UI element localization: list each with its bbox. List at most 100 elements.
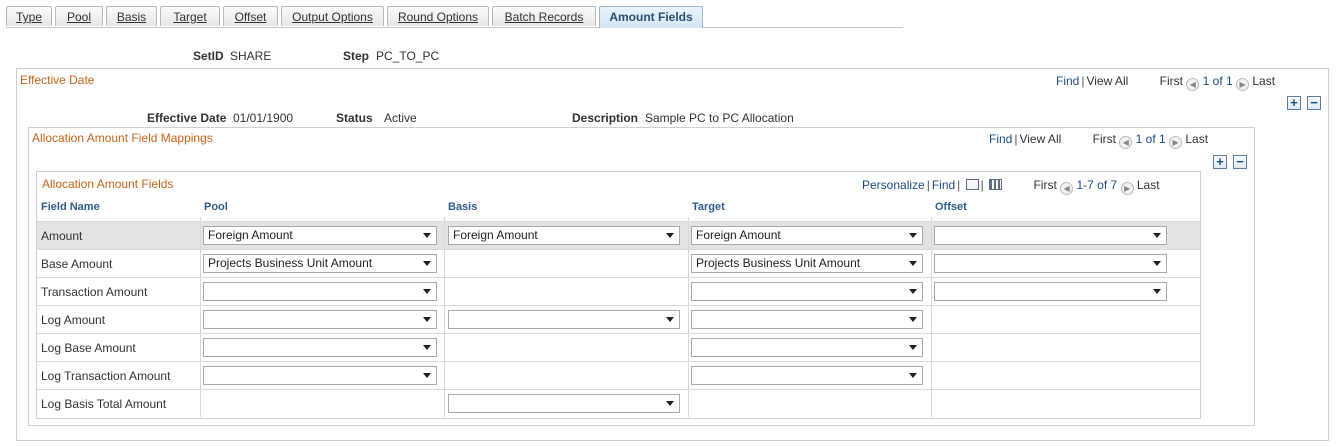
delete-row-button[interactable]: −: [1307, 96, 1321, 110]
tab-round-options[interactable]: Round Options: [387, 6, 489, 26]
field-name: Log Base Amount: [41, 341, 136, 355]
column-header-target: Target: [692, 201, 725, 213]
effective-date-nav: Find | View All First ◀ 1 of 1 ▶ Last: [1056, 74, 1276, 91]
download-icon[interactable]: [989, 179, 1003, 190]
pool-select[interactable]: [203, 282, 437, 301]
basis-select[interactable]: [448, 394, 680, 413]
chevron-down-icon: [909, 317, 917, 322]
field-mappings-title: Allocation Amount Field Mappings: [32, 131, 213, 145]
basis-select[interactable]: Foreign Amount: [448, 226, 680, 245]
row-count: 1 of 1: [1202, 74, 1233, 88]
chevron-down-icon: [666, 317, 674, 322]
tab-amount-fields[interactable]: Amount Fields: [599, 6, 703, 28]
column-divider: [931, 217, 932, 417]
chevron-down-icon: [909, 233, 917, 238]
field-mappings-nav: Find | View All First ◀ 1 of 1 ▶ Last: [989, 132, 1209, 149]
field-name: Log Amount: [41, 313, 106, 327]
first-label: First: [1092, 132, 1116, 146]
chevron-down-icon: [909, 289, 917, 294]
find-link[interactable]: Find: [1056, 74, 1079, 88]
chevron-down-icon: [423, 345, 431, 350]
first-label: First: [1159, 74, 1183, 88]
offset-select[interactable]: [934, 254, 1167, 273]
setid-value: SHARE: [230, 49, 272, 63]
target-select[interactable]: [691, 366, 923, 385]
previous-arrow-icon[interactable]: ◀: [1119, 136, 1133, 149]
tab-batch-records[interactable]: Batch Records: [492, 6, 596, 26]
tab-target[interactable]: Target: [160, 6, 220, 26]
find-link[interactable]: Find: [989, 132, 1012, 146]
tab-pool[interactable]: Pool: [55, 6, 103, 26]
chevron-down-icon: [909, 373, 917, 378]
offset-select[interactable]: [934, 226, 1167, 245]
chevron-down-icon: [423, 233, 431, 238]
last-label: Last: [1252, 74, 1276, 88]
chevron-down-icon: [1153, 261, 1161, 266]
tab-output-options[interactable]: Output Options: [281, 6, 384, 26]
target-select[interactable]: Foreign Amount: [691, 226, 923, 245]
field-name: Log Transaction Amount: [41, 369, 171, 383]
effective-date-label: Effective Date: [147, 111, 227, 125]
field-name: Base Amount: [41, 257, 113, 271]
pool-select[interactable]: [203, 366, 437, 385]
status-label: Status: [336, 111, 373, 125]
view-grid-icon[interactable]: [965, 179, 979, 190]
column-header-pool: Pool: [204, 201, 228, 213]
target-select[interactable]: [691, 338, 923, 357]
next-arrow-icon[interactable]: ▶: [1236, 78, 1250, 91]
basis-select[interactable]: [448, 310, 680, 329]
step-label: Step: [343, 49, 370, 63]
target-select[interactable]: Projects Business Unit Amount: [691, 254, 923, 273]
view-all-link[interactable]: View All: [1086, 74, 1128, 88]
target-select[interactable]: [691, 310, 923, 329]
view-all-link[interactable]: View All: [1019, 132, 1061, 146]
field-name: Transaction Amount: [41, 285, 148, 299]
chevron-down-icon: [423, 373, 431, 378]
column-header-basis: Basis: [448, 201, 478, 213]
row-count: 1 of 1: [1135, 132, 1166, 146]
column-header-offset: Offset: [935, 201, 967, 213]
target-select[interactable]: [691, 282, 923, 301]
tab-type[interactable]: Type: [6, 6, 52, 26]
last-label: Last: [1185, 132, 1209, 146]
next-arrow-icon[interactable]: ▶: [1169, 136, 1183, 149]
step-value: PC_TO_PC: [376, 49, 440, 63]
description-value: Sample PC to PC Allocation: [645, 111, 794, 125]
chevron-down-icon: [423, 289, 431, 294]
effective-date-value: 01/01/1900: [233, 111, 294, 125]
pool-select[interactable]: Foreign Amount: [203, 226, 437, 245]
grid-title: Allocation Amount Fields: [42, 177, 174, 191]
find-link[interactable]: Find: [932, 178, 955, 192]
personalize-link[interactable]: Personalize: [862, 178, 925, 192]
grid-nav: Personalize | Find | | First ◀ 1-7 of 7 ▶ L…: [862, 178, 1160, 195]
effective-date-title: Effective Date: [20, 73, 95, 87]
column-divider: [200, 217, 201, 417]
pool-select[interactable]: [203, 338, 437, 357]
previous-arrow-icon[interactable]: ◀: [1186, 78, 1200, 91]
chevron-down-icon: [666, 401, 674, 406]
tab-basis[interactable]: Basis: [106, 6, 157, 26]
chevron-down-icon: [909, 345, 917, 350]
tab-bar: Type Pool Basis Target Offset Output Opt…: [6, 6, 903, 28]
add-row-button[interactable]: +: [1213, 155, 1227, 169]
tab-offset[interactable]: Offset: [223, 6, 278, 26]
chevron-down-icon: [1153, 289, 1161, 294]
previous-arrow-icon[interactable]: ◀: [1060, 182, 1074, 195]
chevron-down-icon: [909, 261, 917, 266]
last-label: Last: [1136, 178, 1160, 192]
column-divider: [444, 217, 445, 417]
setid-label: SetID: [193, 49, 224, 63]
pool-select[interactable]: Projects Business Unit Amount: [203, 254, 437, 273]
next-arrow-icon[interactable]: ▶: [1120, 182, 1134, 195]
pool-select[interactable]: [203, 310, 437, 329]
chevron-down-icon: [423, 317, 431, 322]
offset-select[interactable]: [934, 282, 1167, 301]
column-divider: [688, 217, 689, 417]
chevron-down-icon: [423, 261, 431, 266]
delete-row-button[interactable]: −: [1233, 155, 1247, 169]
column-header-field-name: Field Name: [41, 201, 100, 213]
row-count: 1-7 of 7: [1076, 178, 1118, 192]
field-name: Log Basis Total Amount: [41, 397, 167, 411]
description-label: Description: [572, 111, 639, 125]
add-row-button[interactable]: +: [1287, 96, 1301, 110]
